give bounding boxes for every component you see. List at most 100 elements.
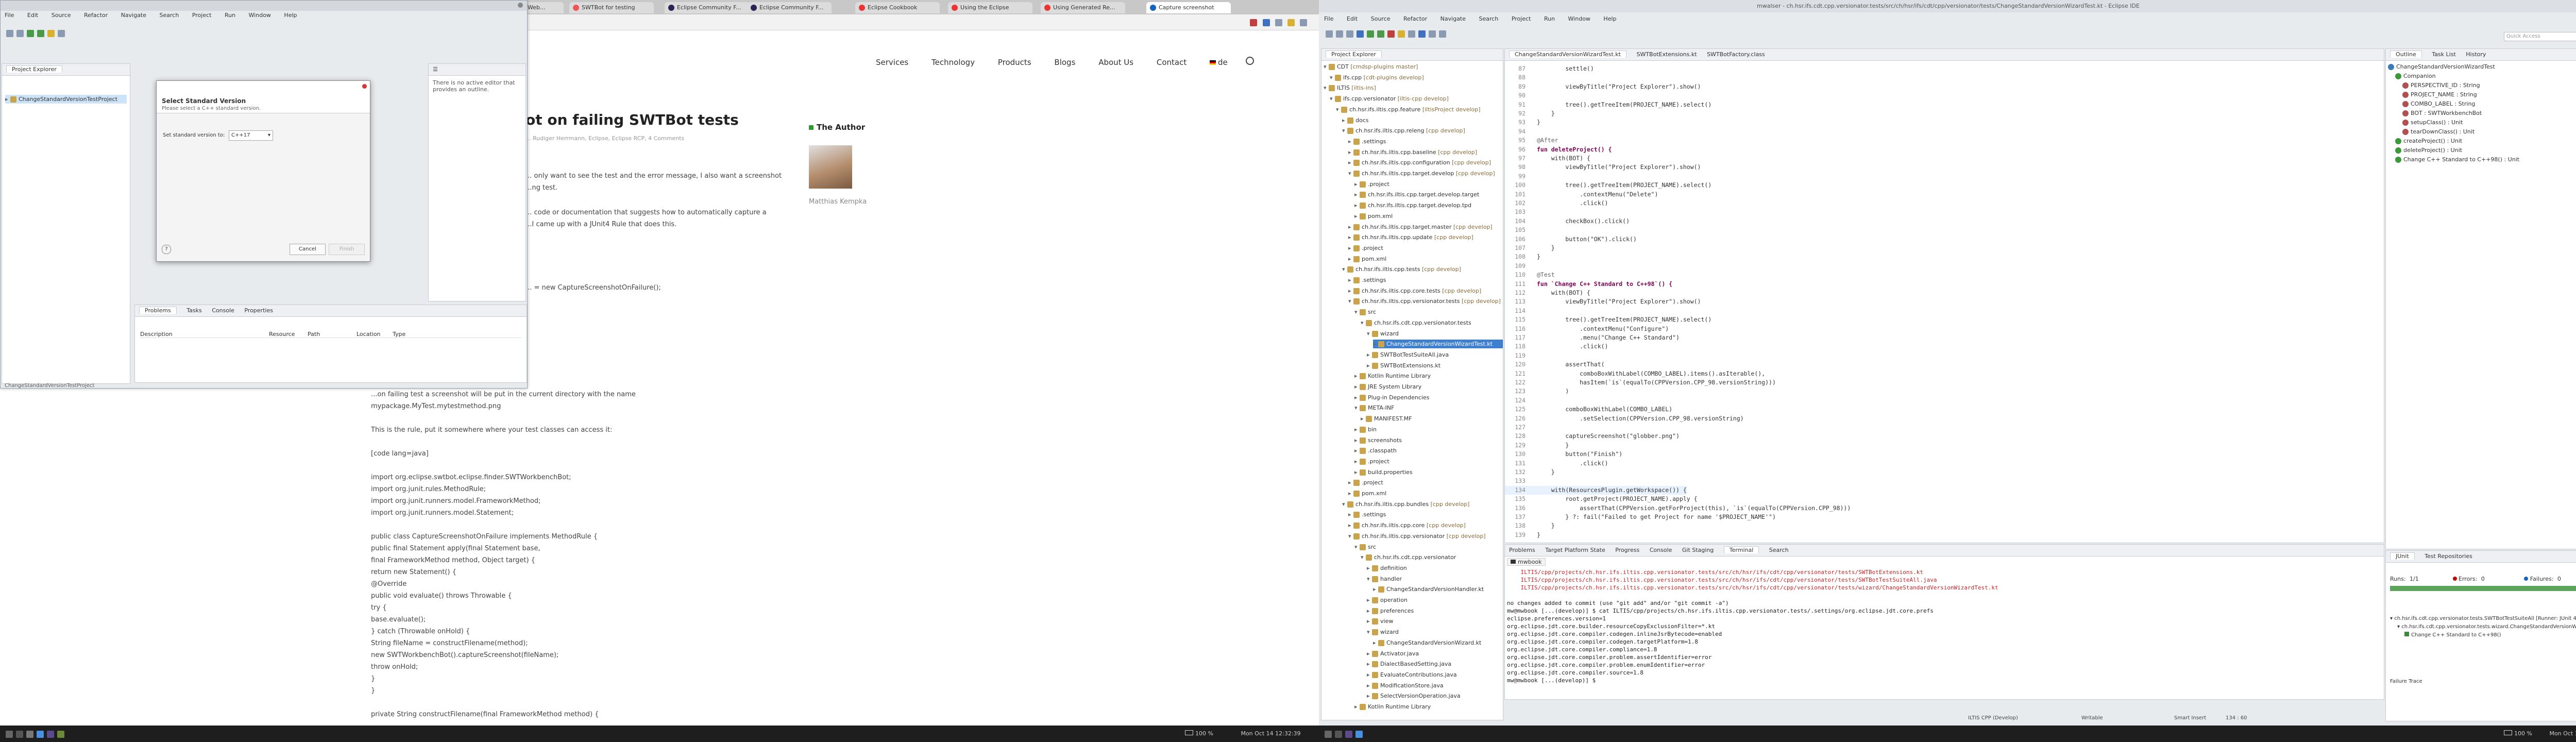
files-app-icon[interactable] — [26, 730, 33, 738]
menu-search[interactable]: Search — [160, 12, 179, 19]
tab-console[interactable]: Console — [1650, 547, 1672, 553]
tab-console[interactable]: Console — [212, 307, 234, 314]
terminal-title[interactable]: mwbook — [1507, 558, 1546, 566]
menu-run[interactable]: Run — [225, 12, 235, 19]
chevron-right-icon[interactable]: ▸ — [1348, 158, 1353, 167]
chevron-right-icon[interactable]: ▸ — [1354, 446, 1360, 455]
tree-item[interactable]: ▸ ch.hsr.ifs.iltis.cpp.target.develop.tar… — [1354, 190, 1479, 199]
editor-tab-active[interactable]: ChangeStandardVersionWizardTest.kt — [1509, 50, 1626, 58]
chevron-right-icon[interactable]: ▸ — [1354, 436, 1360, 445]
browser-tab[interactable]: Using the Eclipse — [948, 2, 1032, 13]
tree-item[interactable]: ▸ ch.hsr.ifs.iltis.cpp.core [cpp develop] — [1348, 521, 1466, 530]
tab-terminal[interactable]: Terminal — [1723, 546, 1759, 553]
chevron-right-icon[interactable]: ▸ — [1367, 660, 1372, 668]
tab-junit[interactable]: JUnit — [2390, 552, 2415, 560]
tree-item[interactable]: ▸ Activator.java — [1367, 649, 1419, 658]
browser-tab[interactable]: Using Generated Re... — [1041, 2, 1125, 13]
tree-item[interactable]: ▸ ChangeStandardVersionHandler.kt — [1373, 585, 1484, 594]
tab-search[interactable]: Search — [1769, 547, 1789, 553]
tree-item[interactable]: ▸ ChangeStandardVersionWizard.kt — [1373, 638, 1481, 647]
junit-tree-class[interactable]: ▾ ch.hsr.ifs.cdt.cpp.versionator.tests.w… — [2390, 623, 2576, 631]
battery-icon[interactable] — [2504, 730, 2512, 735]
chevron-right-icon[interactable]: ▸ — [1367, 670, 1372, 679]
chevron-down-icon[interactable]: ▾ — [1367, 329, 1372, 338]
clock[interactable]: Mon Oct 14 12:32:39 — [1241, 730, 1300, 737]
editor-tab[interactable]: SWTBotExtensions.kt — [1636, 51, 1697, 58]
chevron-right-icon[interactable]: ▸ — [1342, 116, 1347, 125]
chevron-right-icon[interactable]: ▸ — [1354, 372, 1360, 380]
tree-item[interactable]: ▸ .settings — [1348, 276, 1386, 284]
tree-item[interactable]: ▾ ILTIS [iltis-ins] — [1324, 83, 1376, 92]
tree-item[interactable]: ▸ definition — [1367, 564, 1407, 572]
outline-item[interactable]: Change C++ Standard to C++98() : Unit — [2395, 155, 2519, 164]
version-combo[interactable]: C++17 ▾ — [229, 130, 273, 141]
tree-item[interactable]: ▸ EvaluateContributions.java — [1367, 670, 1457, 679]
tree-item[interactable]: ▸ bin — [1354, 425, 1377, 434]
extension-icons[interactable] — [1248, 19, 1309, 26]
menu-file[interactable]: File — [5, 12, 14, 19]
chevron-down-icon[interactable]: ▾ — [1330, 94, 1335, 103]
chevron-right-icon[interactable]: ▸ — [1354, 457, 1360, 466]
browser-tab-active[interactable]: Capture screenshot — [1146, 2, 1231, 13]
forward-icon[interactable] — [1439, 30, 1446, 38]
tree-item[interactable]: ▾ ch.hsr.ifs.iltis.cpp.bundles [cpp devel… — [1342, 500, 1469, 509]
tree-item[interactable]: ▸ operation — [1367, 596, 1408, 604]
browser-tab[interactable]: SWTBot for testing — [569, 2, 654, 13]
outline-item[interactable]: BOT : SWTWorkbenchBot — [2402, 109, 2482, 117]
nav-about-us[interactable]: About Us — [1098, 58, 1133, 67]
chevron-down-icon[interactable]: ▾ — [1361, 553, 1366, 562]
chevron-down-icon[interactable]: ▾ — [1330, 73, 1335, 82]
finish-button[interactable]: Finish — [329, 244, 365, 255]
column-path[interactable]: Path — [308, 331, 357, 338]
chevron-right-icon[interactable]: ▸ — [1367, 606, 1372, 615]
chevron-right-icon[interactable]: ▸ — [1354, 393, 1360, 402]
chevron-right-icon[interactable]: ▸ — [1348, 489, 1353, 498]
search-icon[interactable] — [1245, 57, 1254, 65]
tree-item[interactable]: ▾ handler — [1367, 575, 1402, 583]
chevron-right-icon[interactable]: ▸ — [1373, 638, 1378, 647]
tree-item[interactable]: ▸ ch.hsr.ifs.iltis.cpp.core.tests [cpp de… — [1348, 286, 1481, 295]
chevron-right-icon[interactable]: ▸ — [1354, 212, 1360, 221]
outline-tab[interactable]: ☰ — [433, 66, 438, 73]
column-location[interactable]: Location — [357, 331, 393, 338]
nav-technology[interactable]: Technology — [931, 58, 975, 67]
app-launcher-icon[interactable] — [1325, 730, 1332, 738]
chevron-right-icon[interactable]: ▸ — [1348, 137, 1353, 146]
chevron-down-icon[interactable]: ▾ — [1324, 62, 1329, 71]
tree-item[interactable]: ▾ wizard — [1367, 628, 1399, 636]
chevron-right-icon[interactable]: ▸ — [1348, 244, 1353, 252]
menu-edit[interactable]: Edit — [27, 12, 38, 19]
tab-git-staging[interactable]: Git Staging — [1682, 547, 1714, 553]
chevron-right-icon[interactable]: ▸ — [1367, 617, 1372, 626]
tab-target-platform-state[interactable]: Target Platform State — [1545, 547, 1605, 553]
outline-item[interactable]: deleteProject() : Unit — [2395, 146, 2462, 155]
menu-file[interactable]: File — [1324, 15, 1333, 22]
tree-item[interactable]: ▾ src — [1354, 543, 1376, 551]
chevron-right-icon[interactable]: ▸ — [1373, 585, 1378, 594]
run-icon[interactable] — [1377, 30, 1384, 38]
outline-item[interactable]: COMBO_LABEL : String — [2402, 99, 2475, 108]
save-all-icon[interactable] — [1346, 30, 1353, 38]
tree-item[interactable]: ▸ .settings — [1348, 510, 1386, 519]
chevron-right-icon[interactable]: ▸ — [1348, 521, 1353, 530]
terminal-output[interactable]: ILTIS/cpp/projects/ch.hsr.ifs.iltis.cpp.… — [1507, 568, 2378, 684]
chevron-right-icon[interactable]: ▸ — [1367, 564, 1372, 572]
chevron-down-icon[interactable]: ▾ — [1354, 308, 1360, 316]
run-icon[interactable] — [27, 29, 34, 37]
chevron-right-icon[interactable]: ▸ — [1367, 596, 1372, 604]
chevron-right-icon[interactable]: ▸ — [1348, 510, 1353, 519]
tree-item[interactable]: ▾ wizard — [1367, 329, 1399, 338]
tree-item[interactable]: ▸ .project — [1354, 457, 1389, 466]
chevron-right-icon[interactable]: ▸ — [1373, 340, 1378, 348]
chevron-down-icon[interactable]: ▾ — [1354, 543, 1360, 551]
chevron-right-icon[interactable]: ▸ — [1354, 425, 1360, 434]
chevron-right-icon[interactable]: ▸ — [1348, 148, 1353, 157]
menu-edit[interactable]: Edit — [1347, 15, 1358, 22]
browser-app-icon[interactable] — [37, 730, 44, 738]
new-icon[interactable] — [1326, 30, 1333, 38]
tree-item-project[interactable]: ▸ ChangeStandardVersionTestProject — [5, 95, 127, 104]
tree-item[interactable]: ▸ ChangeStandardVersionWizardTest.kt — [1373, 340, 1503, 349]
tree-item[interactable]: ▸ SWTBotTestSuiteAll.java — [1367, 350, 1449, 359]
tree-item[interactable]: ▾ ch.hsr.ifs.cdt.cpp.versionator.tests — [1361, 318, 1471, 327]
task-list-tab[interactable]: Task List — [2432, 51, 2455, 58]
